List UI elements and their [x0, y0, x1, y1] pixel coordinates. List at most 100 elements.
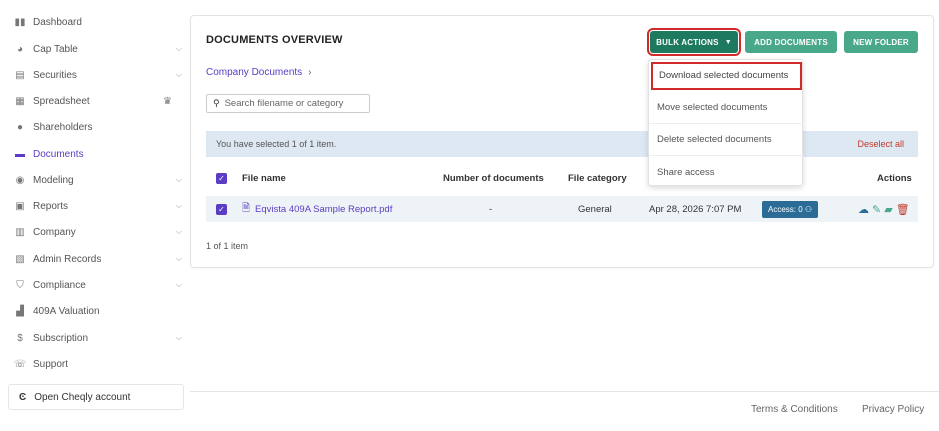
sidebar-item-reports[interactable]: ▣ Reports ⌵ [14, 196, 186, 216]
sidebar-item-label: Spreadsheet [33, 95, 90, 107]
crown-icon: ♛ [163, 95, 172, 107]
sidebar-item-subscription[interactable]: $ Subscription ⌵ [14, 328, 186, 348]
column-header-num-docs[interactable]: Number of documents [443, 167, 544, 189]
report-icon: ▣ [15, 200, 25, 212]
column-header-actions: Actions [877, 172, 912, 184]
users-icon: ⚇ [804, 204, 813, 214]
sidebar: ▮▮ Dashboard ◕ Cap Table ⌵ ▤ Securities … [0, 0, 190, 431]
pie-chart-icon: ◕ [16, 43, 24, 55]
checkbox-checked-icon: ✓ [216, 203, 227, 215]
selection-text: You have selected 1 of 1 item. [216, 139, 337, 149]
sidebar-item-409a-valuation[interactable]: ▟ 409A Valuation [14, 301, 186, 321]
add-documents-button[interactable]: ADD DOCUMENTS [745, 31, 837, 53]
cheqly-label: Open Cheqly account [34, 391, 131, 403]
search-box: ⚲ [206, 94, 370, 113]
search-input[interactable] [224, 98, 365, 109]
bulk-actions-button[interactable]: BULK ACTIONS ▼ [647, 28, 741, 56]
table-icon: ▦ [15, 95, 25, 107]
sidebar-item-admin-records[interactable]: ▧ Admin Records ⌵ [14, 249, 186, 269]
sidebar-item-label: Documents [33, 148, 84, 160]
clipboard-icon: ▤ [15, 69, 25, 81]
cloud-download-icon[interactable]: ☁ [858, 203, 869, 216]
edit-icon[interactable]: ✎ [872, 203, 881, 216]
table-header: ✓ File name Number of documents File cat… [206, 167, 918, 189]
sidebar-item-label: Reports [33, 200, 69, 212]
file-name-cell[interactable]: 🗎 Eqvista 409A Sample Report.pdf [242, 196, 392, 222]
dollar-icon: $ [17, 332, 23, 344]
access-cell: Access: 0 ⚇ [762, 196, 819, 222]
sidebar-item-label: Company [33, 226, 76, 238]
category-cell: General [578, 203, 612, 215]
move-selected-option[interactable]: Move selected documents [649, 92, 804, 124]
access-badge-button[interactable]: Access: 0 ⚇ [762, 200, 819, 218]
bulk-actions-dropdown: Download selected documents Move selecte… [648, 59, 804, 188]
sidebar-item-label: 409A Valuation [33, 305, 100, 317]
chevron-down-icon: ⌵ [175, 201, 182, 210]
deselect-all-link[interactable]: Deselect all [857, 139, 904, 149]
terms-link[interactable]: Terms & Conditions [751, 404, 838, 415]
sidebar-item-support[interactable]: ☏ Support [14, 354, 186, 374]
sidebar-item-cap-table[interactable]: ◕ Cap Table ⌵ [14, 39, 186, 59]
support-icon: ☏ [13, 358, 27, 370]
access-label: Access: 0 [768, 204, 803, 214]
delete-selected-option[interactable]: Delete selected documents [649, 124, 804, 156]
privacy-link[interactable]: Privacy Policy [862, 404, 924, 415]
sidebar-item-label: Shareholders [33, 121, 93, 133]
actions-cell: ☁ ✎ ▰ 🗑 [855, 196, 910, 222]
chevron-down-icon: ⌵ [175, 227, 182, 236]
building-icon: ▥ [15, 226, 25, 238]
share-access-option[interactable]: Share access [649, 156, 804, 188]
book-icon: ▧ [15, 253, 25, 265]
trend-icon: ▟ [16, 305, 24, 317]
chevron-down-icon: ⌵ [175, 280, 182, 289]
cheqly-logo-icon: Ͼ [19, 391, 27, 403]
row-checkbox[interactable]: ✓ [216, 196, 227, 222]
sidebar-item-label: Admin Records [33, 253, 102, 265]
folder-move-icon[interactable]: ▰ [884, 203, 892, 216]
sidebar-item-label: Subscription [33, 332, 89, 344]
breadcrumb[interactable]: Company Documents › [206, 67, 312, 78]
sidebar-item-securities[interactable]: ▤ Securities ⌵ [14, 65, 186, 85]
chevron-down-icon: ⌵ [175, 175, 182, 184]
sidebar-item-documents[interactable]: ▬ Documents [14, 144, 186, 164]
caret-down-icon: ▼ [724, 38, 732, 46]
file-name-link[interactable]: Eqvista 409A Sample Report.pdf [255, 204, 392, 215]
chevron-down-icon: ⌵ [175, 333, 182, 342]
footer-divider [190, 391, 939, 392]
checkbox-checked-icon: ✓ [216, 172, 227, 184]
sidebar-item-label: Dashboard [33, 16, 82, 28]
chevron-right-icon: › [308, 67, 312, 78]
sidebar-item-label: Compliance [33, 279, 86, 291]
select-all-checkbox[interactable]: ✓ [216, 167, 227, 189]
new-folder-button[interactable]: NEW FOLDER [844, 31, 918, 53]
folder-icon: ▬ [15, 148, 25, 160]
bulk-actions-label: BULK ACTIONS [656, 37, 719, 47]
chevron-down-icon: ⌵ [175, 70, 182, 79]
sidebar-item-compliance[interactable]: ⛉ Compliance ⌵ [14, 275, 186, 295]
download-selected-option[interactable]: Download selected documents [651, 62, 802, 90]
table-row: ✓ 🗎 Eqvista 409A Sample Report.pdf - Gen… [206, 196, 918, 222]
sidebar-item-company[interactable]: ▥ Company ⌵ [14, 222, 186, 242]
sidebar-item-spreadsheet[interactable]: ▦ Spreadsheet ♛ [14, 91, 186, 111]
page-title: DOCUMENTS OVERVIEW [206, 34, 343, 46]
user-icon: ● [16, 121, 24, 133]
chevron-down-icon: ⌵ [175, 44, 182, 53]
sidebar-item-label: Securities [33, 69, 77, 81]
selection-bar: You have selected 1 of 1 item. Deselect … [206, 131, 918, 157]
documents-card: DOCUMENTS OVERVIEW BULK ACTIONS ▼ ADD DO… [190, 15, 934, 268]
chevron-down-icon: ⌵ [175, 254, 182, 263]
shield-icon: ⛉ [16, 279, 24, 291]
column-header-category[interactable]: File category [568, 167, 627, 189]
item-count: 1 of 1 item [206, 241, 249, 251]
sidebar-item-label: Cap Table [33, 43, 78, 55]
trash-icon[interactable]: 🗑 [896, 203, 910, 216]
sidebar-item-shareholders[interactable]: ● Shareholders [14, 117, 186, 137]
date-cell: Apr 28, 2026 7:07 PM [649, 203, 742, 215]
breadcrumb-item: Company Documents [206, 67, 303, 78]
sidebar-item-dashboard[interactable]: ▮▮ Dashboard [14, 12, 186, 32]
column-header-file-name[interactable]: File name [242, 167, 286, 189]
sidebar-item-label: Modeling [33, 174, 74, 186]
num-docs-cell: - [489, 203, 493, 215]
sidebar-item-modeling[interactable]: ◉ Modeling ⌵ [14, 170, 186, 190]
open-cheqly-account-button[interactable]: Ͼ Open Cheqly account [8, 384, 184, 410]
